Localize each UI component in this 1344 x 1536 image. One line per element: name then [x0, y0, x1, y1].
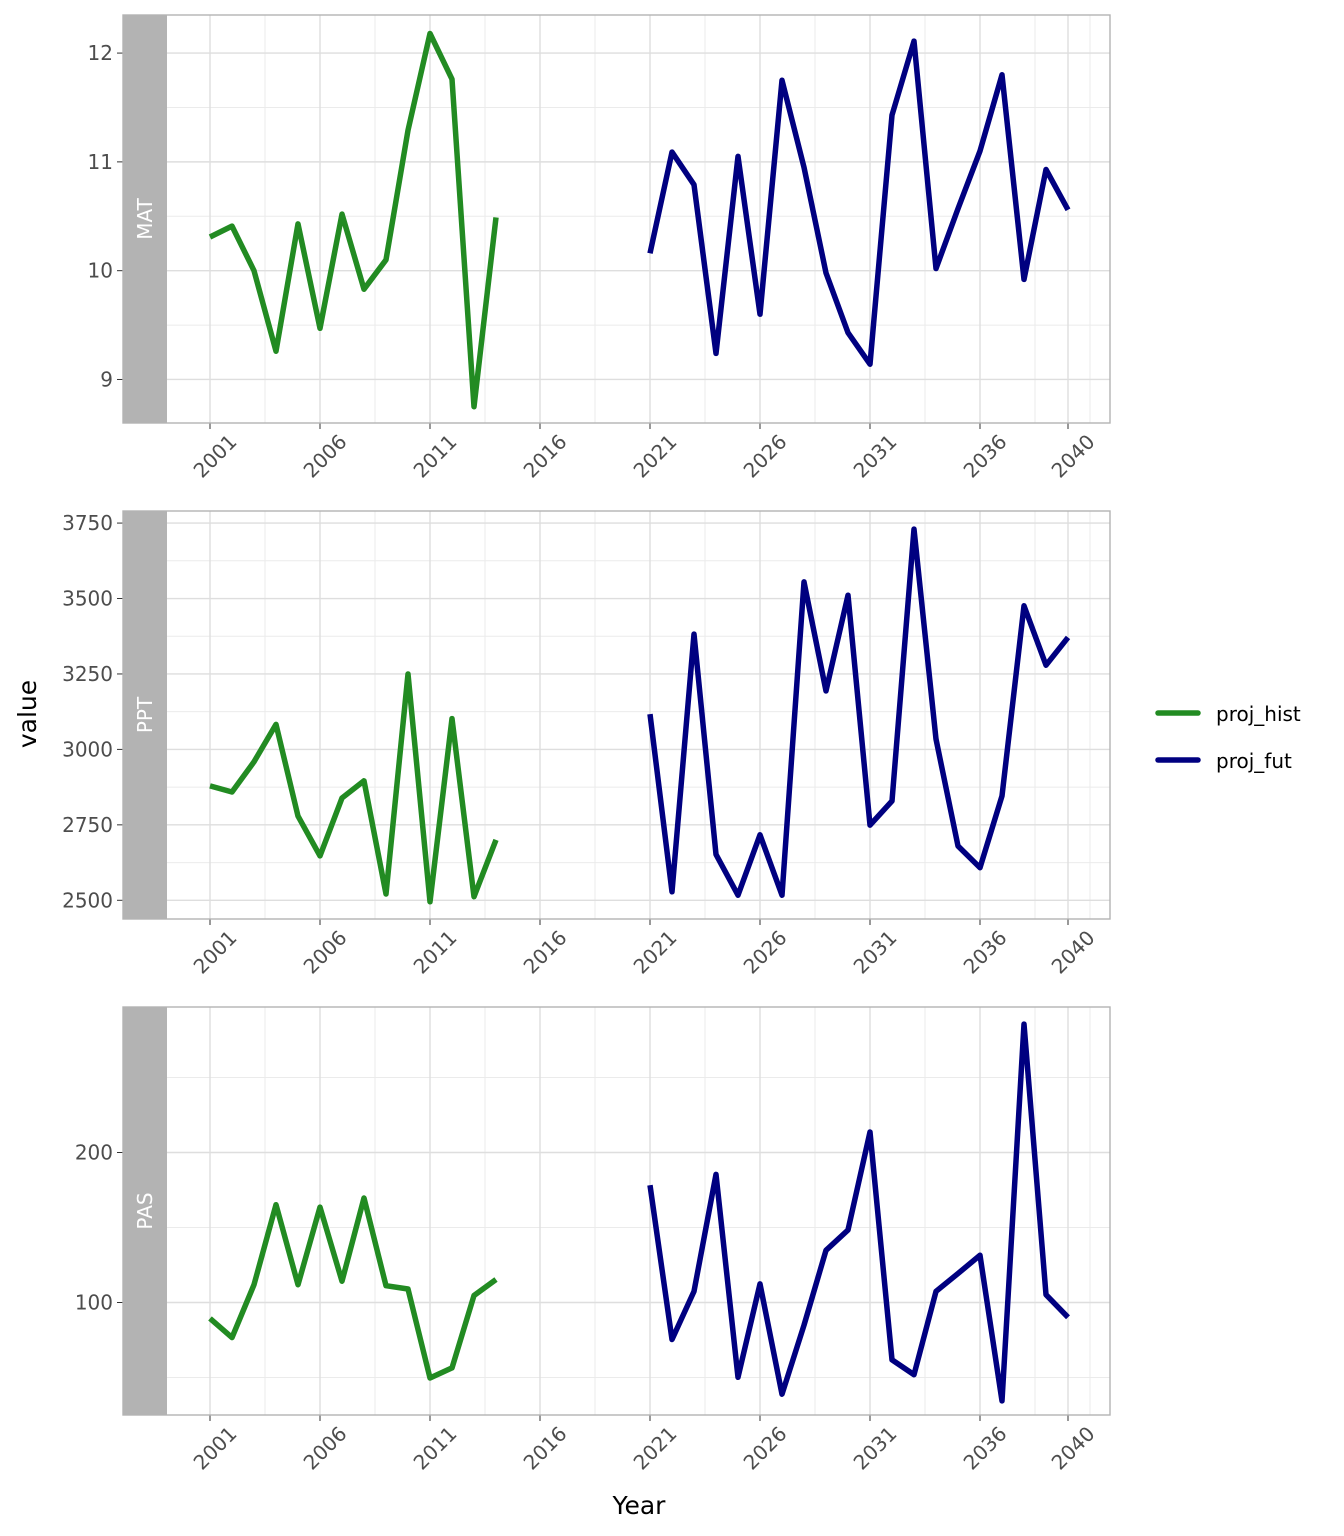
- x-tick-label: 2026: [739, 430, 792, 483]
- legend-label: proj_hist: [1216, 702, 1301, 726]
- x-tick-label: 2011: [409, 926, 462, 979]
- x-tick-label: 2031: [849, 430, 902, 483]
- facet-strip-label: PAS: [133, 1192, 157, 1229]
- x-tick-label: 2001: [189, 430, 242, 483]
- x-tick-label: 2016: [519, 430, 572, 483]
- legend-label: proj_fut: [1216, 749, 1292, 773]
- y-tick-label: 100: [75, 1291, 113, 1315]
- x-tick-label: 2016: [519, 1422, 572, 1475]
- plot-background: [167, 1007, 1110, 1415]
- x-tick-label: 2021: [629, 1422, 682, 1475]
- x-tick-label: 2040: [1047, 926, 1100, 979]
- x-tick-label: 2006: [299, 430, 352, 483]
- legend-item-proj-fut: proj_fut: [1155, 749, 1292, 773]
- y-tick-label: 3250: [62, 662, 113, 686]
- panel-ppt: 2500 2750 3000 3250 3500 3750 2001 2006 2011 2016…: [62, 510, 1111, 979]
- y-tick-label: 3500: [62, 587, 113, 611]
- legend-item-proj-hist: proj_hist: [1155, 702, 1301, 726]
- x-tick-label: 2011: [409, 1422, 462, 1475]
- x-tick-label: 2001: [189, 926, 242, 979]
- facet-strip-label: MAT: [133, 197, 157, 239]
- x-tick-label: 2026: [739, 1422, 792, 1475]
- x-tick-label: 2040: [1047, 1422, 1100, 1475]
- x-tick-label: 2001: [189, 1422, 242, 1475]
- x-tick-label: 2006: [299, 926, 352, 979]
- x-tick-label: 2036: [959, 1422, 1012, 1475]
- x-tick-label: 2031: [849, 1422, 902, 1475]
- y-tick-label: 11: [88, 150, 113, 174]
- facet-strip-label: PPT: [133, 696, 157, 733]
- panel-pas: 100 200 2001 2006 2011 2016 2021 2026 2031 2036 20…: [75, 1006, 1111, 1475]
- x-axis-title: Year: [612, 1491, 667, 1520]
- facet-panels: 91011122001 2006 2011 2016 2021 2026 2031 2036 2…: [62, 14, 1111, 1475]
- x-tick-label: 2036: [959, 926, 1012, 979]
- legend: proj_hist proj_fut: [1155, 702, 1301, 773]
- x-tick-label: 2021: [629, 430, 682, 483]
- x-tick-label: 2006: [299, 1422, 352, 1475]
- x-tick-label: 2021: [629, 926, 682, 979]
- x-tick-label: 2036: [959, 430, 1012, 483]
- x-tick-label: 2031: [849, 926, 902, 979]
- y-tick-label: 3750: [62, 511, 113, 535]
- x-tick-label: 2040: [1047, 430, 1100, 483]
- y-tick-label: 2500: [62, 888, 113, 912]
- y-tick-label: 200: [75, 1141, 113, 1165]
- y-axis-title: value: [13, 680, 42, 748]
- y-tick-label: 10: [88, 259, 113, 283]
- y-tick-label: 12: [88, 41, 113, 65]
- x-tick-label: 2026: [739, 926, 792, 979]
- x-tick-label: 2016: [519, 926, 572, 979]
- x-tick-label: 2011: [409, 430, 462, 483]
- plot-background: [167, 15, 1110, 423]
- faceted-line-chart: 91011122001 2006 2011 2016 2021 2026 2031 2036 2…: [13, 14, 1301, 1520]
- panel-mat: 9 10 11 12 2001 2006 2011 2016 2021 2026 2031 2036 2…: [88, 14, 1111, 483]
- y-tick-label: 9: [100, 367, 113, 391]
- y-tick-label: 3000: [62, 737, 113, 761]
- y-tick-label: 2750: [62, 813, 113, 837]
